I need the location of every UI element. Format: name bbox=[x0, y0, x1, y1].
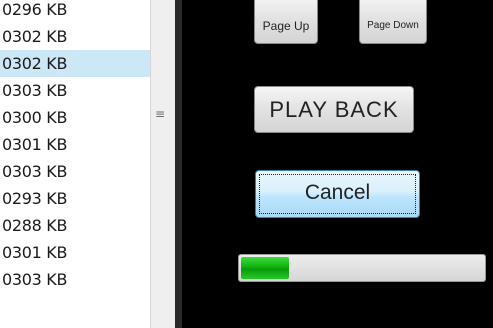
progress-fill bbox=[241, 257, 289, 279]
panel-divider bbox=[175, 0, 182, 328]
list-item[interactable]: 0303 KB bbox=[0, 266, 150, 293]
list-item[interactable]: 0302 KB bbox=[0, 23, 150, 50]
playback-panel: Page Up Page Down PLAY BACK Cancel bbox=[182, 0, 493, 328]
cancel-button[interactable]: Cancel bbox=[255, 170, 420, 218]
file-size-list: 0296 KB 0302 KB 0302 KB 0303 KB 0300 KB … bbox=[0, 0, 150, 328]
list-item[interactable]: 0288 KB bbox=[0, 212, 150, 239]
splitter-bar[interactable]: ≡ bbox=[150, 0, 175, 328]
list-item[interactable]: 0303 KB bbox=[0, 77, 150, 104]
list-item-selected[interactable]: 0302 KB bbox=[0, 50, 150, 77]
list-item[interactable]: 0301 KB bbox=[0, 239, 150, 266]
list-item[interactable]: 0301 KB bbox=[0, 131, 150, 158]
focus-rectangle bbox=[259, 174, 416, 214]
page-up-button[interactable]: Page Up bbox=[254, 0, 318, 44]
list-item[interactable]: 0296 KB bbox=[0, 0, 150, 23]
list-item[interactable]: 0293 KB bbox=[0, 185, 150, 212]
page-down-button[interactable]: Page Down bbox=[359, 0, 427, 44]
play-back-button[interactable]: PLAY BACK bbox=[254, 86, 414, 133]
grip-icon[interactable]: ≡ bbox=[155, 107, 165, 121]
list-item[interactable]: 0303 KB bbox=[0, 158, 150, 185]
progress-bar bbox=[238, 254, 486, 282]
list-item[interactable]: 0300 KB bbox=[0, 104, 150, 131]
